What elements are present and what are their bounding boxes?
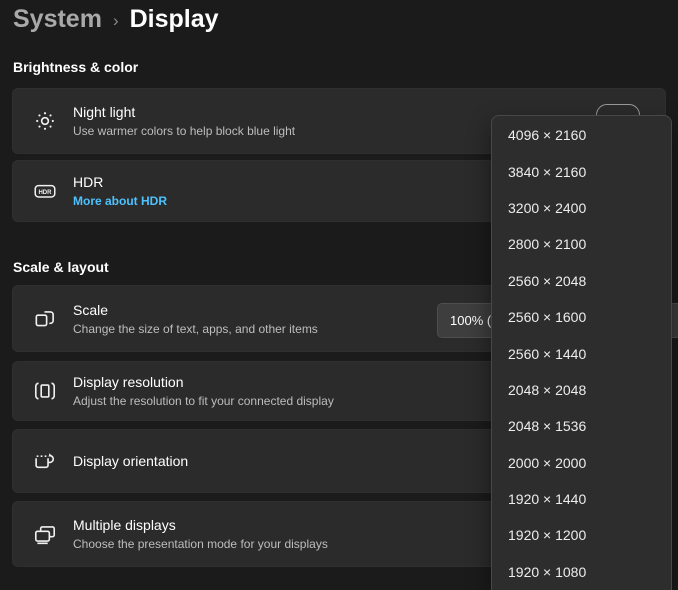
scale-subtitle: Change the size of text, apps, and other… — [73, 322, 318, 336]
night-light-subtitle: Use warmer colors to help block blue lig… — [73, 124, 295, 138]
resolution-option[interactable]: 1920 × 1080 — [492, 554, 671, 590]
scale-icon — [32, 306, 58, 332]
resolution-option[interactable]: 4096 × 2160 — [492, 117, 671, 153]
resolution-option[interactable]: 1920 × 1440 — [492, 481, 671, 517]
resolution-option[interactable]: 2048 × 2048 — [492, 372, 671, 408]
resolution-option[interactable]: 2560 × 1440 — [492, 335, 671, 371]
resolution-option[interactable]: 2048 × 1536 — [492, 408, 671, 444]
hdr-icon: HDR — [32, 178, 58, 204]
scale-title: Scale — [73, 302, 318, 318]
resolution-option[interactable]: 2000 × 2000 — [492, 445, 671, 481]
breadcrumb: System › Display — [13, 5, 219, 34]
svg-text:HDR: HDR — [38, 190, 52, 196]
resolution-option[interactable]: 2560 × 2048 — [492, 263, 671, 299]
display-orientation-icon — [32, 448, 58, 474]
resolution-dropdown: 4096 × 21603840 × 21603200 × 24002800 × … — [491, 115, 672, 590]
display-resolution-title: Display resolution — [73, 374, 334, 390]
section-scale-layout: Scale & layout — [13, 259, 109, 275]
page-title: Display — [130, 5, 219, 34]
multiple-displays-icon — [32, 521, 58, 547]
resolution-option[interactable]: 3840 × 2160 — [492, 153, 671, 189]
resolution-option[interactable]: 2560 × 1600 — [492, 299, 671, 335]
resolution-dropdown-list: 4096 × 21603840 × 21603200 × 24002800 × … — [492, 117, 671, 590]
display-resolution-subtitle: Adjust the resolution to fit your connec… — [73, 394, 334, 408]
display-orientation-title: Display orientation — [73, 453, 188, 469]
night-light-title: Night light — [73, 104, 295, 120]
section-brightness-color: Brightness & color — [13, 59, 138, 75]
hdr-more-link[interactable]: More about HDR — [73, 194, 167, 208]
breadcrumb-system[interactable]: System — [13, 5, 102, 34]
multiple-displays-subtitle: Choose the presentation mode for your di… — [73, 537, 328, 551]
resolution-option[interactable]: 1920 × 1200 — [492, 517, 671, 553]
night-light-icon — [32, 108, 58, 134]
multiple-displays-title: Multiple displays — [73, 517, 328, 533]
resolution-option[interactable]: 2800 × 2100 — [492, 226, 671, 262]
display-resolution-icon — [32, 378, 58, 404]
hdr-title: HDR — [73, 174, 167, 190]
resolution-option[interactable]: 3200 × 2400 — [492, 190, 671, 226]
breadcrumb-chevron-icon: › — [113, 9, 119, 31]
